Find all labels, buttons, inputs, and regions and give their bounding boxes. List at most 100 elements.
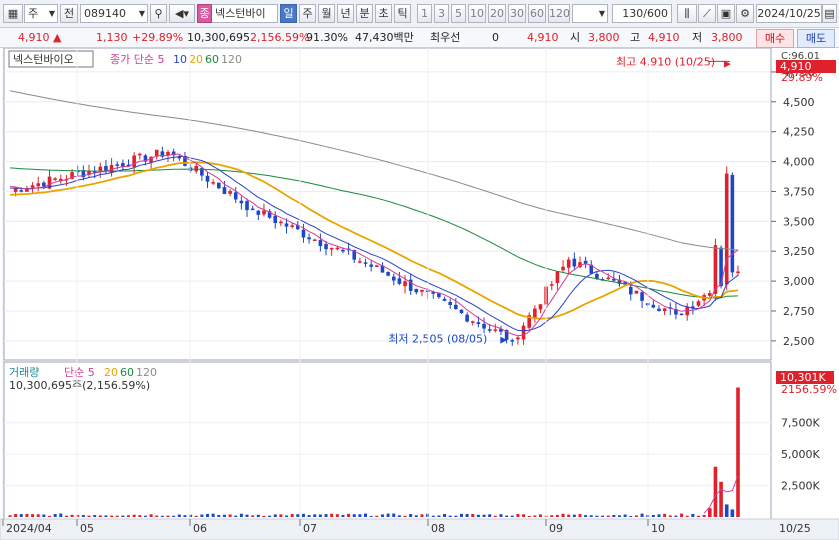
volume-bar xyxy=(420,514,424,517)
volume-bar xyxy=(465,513,469,517)
volume-bar xyxy=(296,514,300,517)
volume-bar xyxy=(397,515,401,517)
price-tick-label: 3,250 xyxy=(783,245,815,258)
volume-bar xyxy=(200,514,204,517)
candle-body xyxy=(561,266,565,271)
count-value: 130 xyxy=(622,7,644,20)
candle-body xyxy=(53,178,57,180)
calendar-button[interactable]: ▤ xyxy=(822,4,837,23)
volume-bar xyxy=(307,515,311,517)
volume-bar xyxy=(488,514,492,517)
candle-body xyxy=(137,153,142,156)
period-button-6[interactable]: 틱 xyxy=(394,4,411,23)
candle-body xyxy=(239,200,244,204)
arrow-right-icon: ▶ xyxy=(500,335,507,345)
stock-code-input[interactable]: 089140 ▼ xyxy=(80,4,148,23)
candle-body xyxy=(273,215,278,224)
quote-open: 3,800 xyxy=(588,31,620,44)
volume-bar xyxy=(268,515,272,517)
sound-button[interactable]: ◀▾ xyxy=(169,4,195,23)
view-button[interactable]: 전 xyxy=(60,4,78,23)
sell-button[interactable]: 매도 xyxy=(797,29,835,48)
volume-bar xyxy=(392,513,396,517)
settings-button[interactable]: ⚙ xyxy=(736,4,754,23)
candle-body xyxy=(696,301,701,306)
candle-body xyxy=(397,278,402,284)
quote-volume-pct: 2,156.59% xyxy=(250,31,310,44)
candle-body xyxy=(476,322,481,324)
volume-bar xyxy=(36,514,40,517)
volume-bar xyxy=(155,515,159,517)
volume-bar xyxy=(279,514,283,517)
volume-bar xyxy=(149,514,153,517)
chart-type-button[interactable]: ⫼ xyxy=(677,4,697,23)
candle-body xyxy=(121,163,125,167)
interval-button-5[interactable]: 5 xyxy=(451,4,466,23)
period-button-1[interactable]: 주 xyxy=(299,4,316,23)
search-button[interactable]: ⚲ xyxy=(150,4,167,23)
candle-body xyxy=(250,208,255,211)
candle-body xyxy=(256,210,261,215)
interval-button-3[interactable]: 3 xyxy=(434,4,449,23)
interval-button-120[interactable]: 120 xyxy=(548,4,570,23)
candle-body xyxy=(420,289,424,292)
up-arrow-icon: ▲ xyxy=(53,31,62,44)
volume-bar xyxy=(584,515,588,517)
volume-bar xyxy=(369,515,373,517)
period-button-0[interactable]: 일 xyxy=(280,4,297,23)
chart-menu-icon[interactable]: ▦ xyxy=(3,4,23,23)
price-tick-label: 4,250 xyxy=(783,126,815,139)
spacer xyxy=(11,65,12,66)
top-tag: C:96.01 xyxy=(781,51,820,62)
candle-body xyxy=(516,337,520,340)
stock-name-badge: 종 xyxy=(197,4,212,23)
candle-body xyxy=(30,185,35,188)
period-button-3[interactable]: 년 xyxy=(337,4,354,23)
interval-dropdown[interactable]: ▼ xyxy=(572,4,608,23)
candle-icon: ⫼ xyxy=(684,7,690,20)
price-tick-label: 2,500 xyxy=(783,335,815,348)
volume-bar xyxy=(443,514,447,517)
price-tick-label: 4,500 xyxy=(783,96,815,109)
candle-body xyxy=(42,182,46,187)
volume-bar xyxy=(143,515,147,517)
volume-legend-60: 60 xyxy=(120,366,134,379)
candle-body xyxy=(132,155,136,167)
volume-bar xyxy=(510,515,514,517)
candle-body xyxy=(448,301,452,305)
chevron-down-icon: ▼ xyxy=(138,9,145,18)
interval-button-20[interactable]: 20 xyxy=(488,4,506,23)
candle-body xyxy=(205,175,210,182)
candle-body xyxy=(487,329,492,331)
period-button-4[interactable]: 분 xyxy=(356,4,373,23)
quote-low: 3,800 xyxy=(711,31,743,44)
quote-change: 1,130 xyxy=(96,31,128,44)
chart-area[interactable]: 4,7504,5004,2504,0003,7503,5003,2503,000… xyxy=(0,48,839,540)
compare-button[interactable]: ⟋ xyxy=(698,4,716,23)
candle-body xyxy=(341,249,345,252)
candle-body xyxy=(98,166,103,171)
market-select[interactable]: 주 ▼ xyxy=(24,4,58,23)
candle-body xyxy=(521,325,526,340)
volume-bar xyxy=(87,515,91,517)
buy-button[interactable]: 매수 xyxy=(756,29,794,48)
interval-button-1[interactable]: 1 xyxy=(417,4,432,23)
interval-button-30[interactable]: 30 xyxy=(508,4,526,23)
period-button-5[interactable]: 초 xyxy=(375,4,392,23)
open-label: 시 xyxy=(570,31,581,44)
volume-bar xyxy=(70,514,74,517)
period-button-2[interactable]: 월 xyxy=(318,4,335,23)
candle-body xyxy=(459,309,464,314)
volume-bar xyxy=(352,514,356,517)
interval-button-60[interactable]: 60 xyxy=(528,4,546,23)
candle-body xyxy=(312,239,317,241)
volume-bar xyxy=(324,514,328,517)
count-input[interactable]: 130/600 xyxy=(612,4,672,23)
gear-icon: ⚙ xyxy=(740,7,750,20)
interval-button-10[interactable]: 10 xyxy=(468,4,486,23)
image-button[interactable]: ▣ xyxy=(717,4,735,23)
date-field[interactable]: 2024/10/25 xyxy=(756,4,822,23)
volume-bar xyxy=(550,515,554,517)
chevron-down-icon: ▼ xyxy=(598,9,605,18)
price-legend-10: 10 xyxy=(173,53,187,66)
